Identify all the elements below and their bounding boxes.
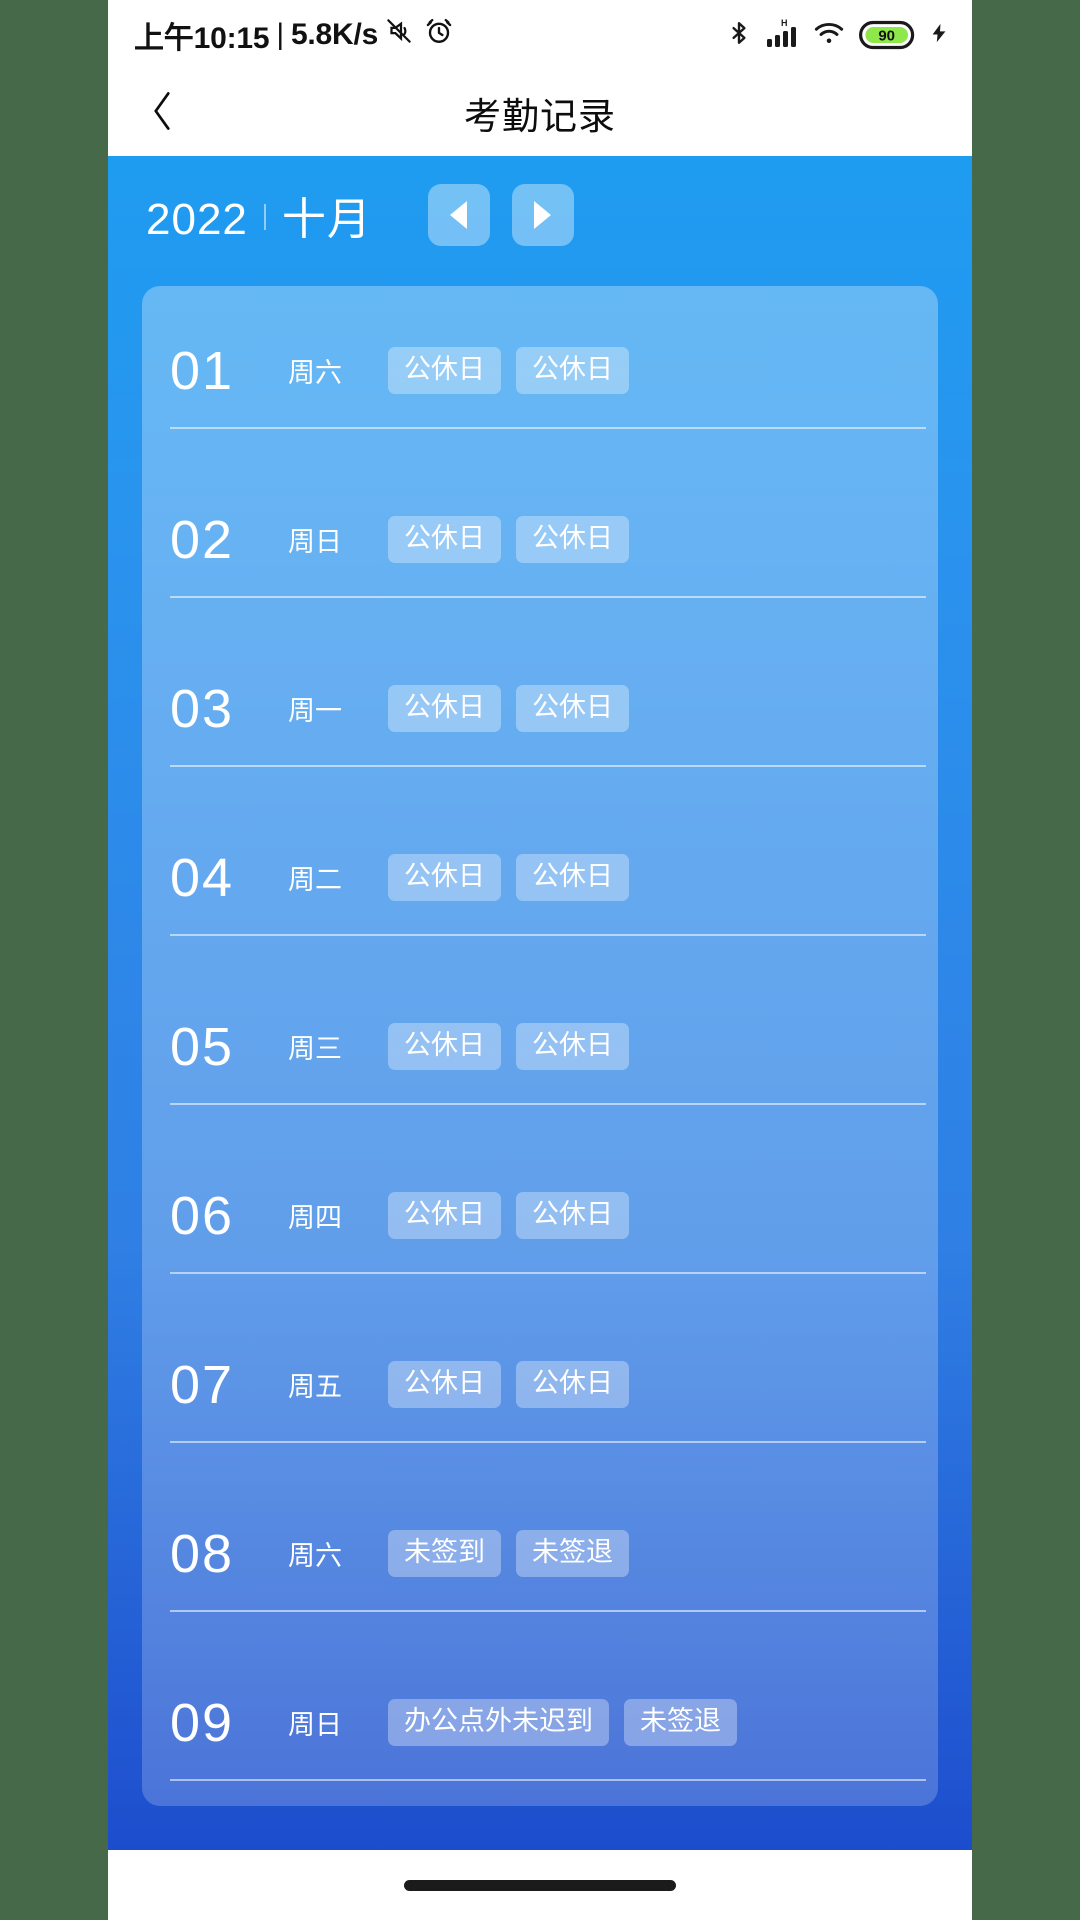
table-row[interactable]: 05 周三 公休日 公休日 (142, 962, 938, 1131)
weekday-label: 周二 (288, 865, 342, 895)
home-indicator[interactable] (404, 1879, 676, 1891)
status-badges: 办公点外未迟到 未签退 (388, 1699, 737, 1746)
status-badge[interactable]: 公休日 (516, 1361, 629, 1408)
back-button[interactable] (134, 85, 190, 141)
status-bar-right: H 90 (726, 17, 950, 54)
day-number: 06 (170, 1185, 235, 1246)
status-badge[interactable]: 未签退 (516, 1530, 629, 1577)
table-row[interactable]: 08 周六 未签到 未签退 (142, 1469, 938, 1638)
status-badge[interactable]: 公休日 (516, 685, 629, 732)
day-number: 05 (170, 1016, 235, 1077)
signal-icon: H (765, 17, 799, 54)
table-row[interactable]: 07 周五 公休日 公休日 (142, 1300, 938, 1469)
app-header: 考勤记录 (108, 70, 972, 156)
status-time: 上午10:15 (134, 22, 270, 55)
weekday-label: 周日 (288, 527, 342, 557)
row-divider (170, 1441, 926, 1443)
month-selector: 2022 十月 (120, 156, 960, 274)
chevron-left-icon (145, 86, 179, 141)
month-label: 2022 十月 (146, 183, 372, 247)
status-badge[interactable]: 公休日 (388, 1192, 501, 1239)
charging-icon (928, 17, 950, 54)
weekday-label: 周六 (288, 1541, 342, 1571)
status-bar-left: 上午10:15 | 5.8K/s (134, 13, 454, 57)
status-badges: 公休日 公休日 (388, 347, 629, 394)
month-year: 2022 (146, 195, 248, 244)
weekday-label: 周四 (288, 1203, 342, 1233)
row-divider (170, 934, 926, 936)
status-badge[interactable]: 公休日 (516, 347, 629, 394)
page-title: 考勤记录 (464, 96, 616, 137)
day-number: 03 (170, 678, 235, 739)
network-speed: 5.8K/s (290, 18, 379, 51)
alarm-icon (424, 15, 454, 55)
day-number: 09 (170, 1692, 235, 1753)
status-badge[interactable]: 公休日 (388, 516, 501, 563)
weekday-label: 周一 (288, 696, 342, 726)
row-divider (170, 765, 926, 767)
status-badge[interactable]: 办公点外未迟到 (388, 1699, 609, 1746)
status-badges: 公休日 公休日 (388, 1192, 629, 1239)
prev-month-button[interactable] (427, 184, 490, 246)
mute-icon (384, 15, 414, 55)
status-badge[interactable]: 公休日 (516, 1023, 629, 1070)
day-number: 08 (170, 1523, 235, 1584)
attendance-list[interactable]: 01 周六 公休日 公休日 02 周日 公休日 公休日 03 周一 公休日 公休日 04 周二 公休日 公休日… (142, 286, 938, 1806)
attendance-body: 2022 十月 01 周六 公休日 公休日 02 周日 公休日 公休日 03 周一 公休日 公休日 04… (108, 156, 972, 1920)
table-row[interactable]: 06 周四 公休日 公休日 (142, 1131, 938, 1300)
month-divider (263, 204, 266, 230)
svg-text:H: H (781, 18, 788, 28)
row-divider (170, 1103, 926, 1105)
table-row[interactable]: 03 周一 公休日 公休日 (142, 624, 938, 793)
status-badge[interactable]: 公休日 (516, 1192, 629, 1239)
battery-level: 90 (878, 27, 895, 44)
table-row[interactable]: 02 周日 公休日 公休日 (142, 455, 938, 624)
day-number: 02 (170, 509, 235, 570)
status-badges: 公休日 公休日 (388, 685, 629, 732)
weekday-label: 周日 (288, 1710, 342, 1740)
table-row[interactable]: 09 周日 办公点外未迟到 未签退 (142, 1638, 938, 1806)
status-separator: | (276, 18, 284, 51)
arrow-left-icon (450, 201, 468, 229)
status-badges: 公休日 公休日 (388, 516, 629, 563)
battery-icon: 90 (859, 18, 915, 52)
weekday-label: 周三 (288, 1034, 342, 1064)
home-indicator-bar (108, 1850, 972, 1920)
bluetooth-icon (726, 17, 752, 54)
day-number: 01 (170, 340, 235, 401)
status-badges: 公休日 公休日 (388, 1361, 629, 1408)
row-divider (170, 1779, 926, 1781)
arrow-right-icon (534, 201, 552, 229)
phone-screen: 上午10:15 | 5.8K/s H 90 考勤记录 2022 十月 01 周六… (108, 0, 972, 1920)
status-badge[interactable]: 未签退 (624, 1699, 737, 1746)
status-badge[interactable]: 公休日 (388, 1023, 501, 1070)
status-badge[interactable]: 公休日 (388, 685, 501, 732)
weekday-label: 周五 (288, 1372, 342, 1402)
status-bar: 上午10:15 | 5.8K/s H 90 (108, 0, 972, 70)
status-badges: 公休日 公休日 (388, 854, 629, 901)
day-number: 07 (170, 1354, 235, 1415)
row-divider (170, 1610, 926, 1612)
day-number: 04 (170, 847, 235, 908)
month-nav-buttons (427, 184, 574, 246)
status-badge[interactable]: 公休日 (516, 854, 629, 901)
row-divider (170, 1272, 926, 1274)
table-row[interactable]: 04 周二 公休日 公休日 (142, 793, 938, 962)
wifi-icon (812, 17, 846, 54)
status-badge[interactable]: 公休日 (388, 1361, 501, 1408)
row-divider (170, 427, 926, 429)
status-badges: 未签到 未签退 (388, 1530, 629, 1577)
status-badges: 公休日 公休日 (388, 1023, 629, 1070)
status-badge[interactable]: 公休日 (516, 516, 629, 563)
status-badge[interactable]: 未签到 (388, 1530, 501, 1577)
month-name: 十月 (281, 195, 372, 244)
next-month-button[interactable] (511, 184, 574, 246)
status-badge[interactable]: 公休日 (388, 854, 501, 901)
status-badge[interactable]: 公休日 (388, 347, 501, 394)
weekday-label: 周六 (288, 358, 342, 388)
table-row[interactable]: 01 周六 公休日 公休日 (142, 286, 938, 455)
row-divider (170, 596, 926, 598)
